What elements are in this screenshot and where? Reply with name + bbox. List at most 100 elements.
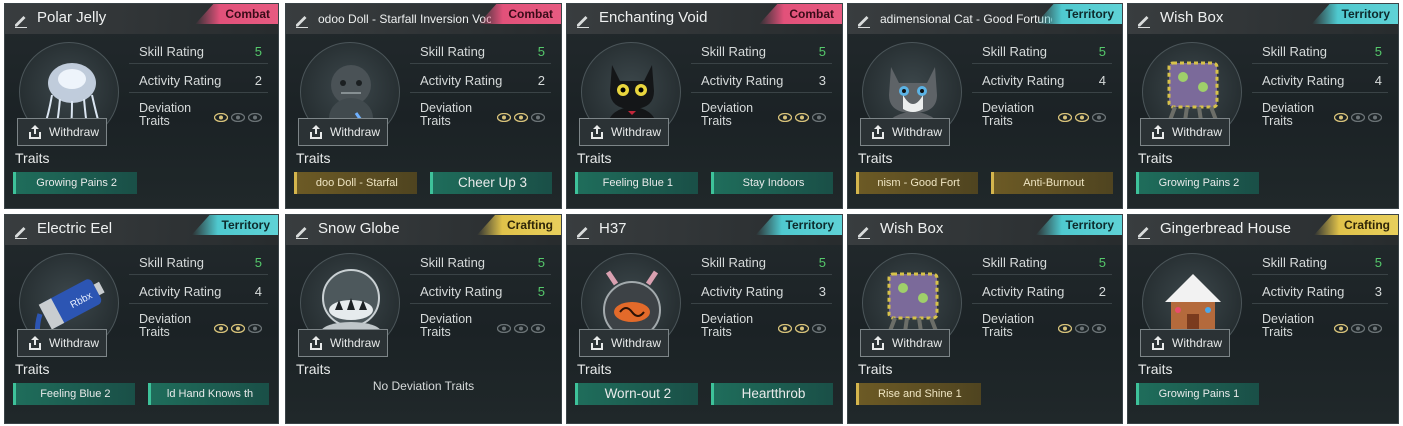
upload-icon (308, 124, 324, 140)
withdraw-label: Withdraw (892, 336, 943, 350)
pencil-icon[interactable] (13, 12, 29, 28)
withdraw-button[interactable]: Withdraw (17, 329, 107, 357)
activity-rating-label: Activity Rating (701, 284, 784, 299)
skill-rating-label: Skill Rating (701, 255, 767, 270)
deviation-label-line1: Deviation (982, 312, 1035, 326)
trait-tag[interactable]: ld Hand Knows th (147, 383, 270, 405)
deviant-card[interactable]: Electric Eel Territory Rbbx Withdraw Ski… (4, 214, 279, 424)
withdraw-button[interactable]: Withdraw (17, 118, 107, 146)
deviation-trait-slots (496, 111, 546, 123)
trait-tag[interactable]: Anti-Burnout (991, 172, 1114, 194)
category-badge: Territory (1311, 4, 1398, 24)
deviation-trait-slots (213, 111, 263, 123)
stats-panel: Skill Rating 5 Activity Rating 2 Deviati… (129, 38, 268, 134)
card-header: Gingerbread House Crafting (1128, 215, 1398, 245)
deviation-trait-slots (1057, 111, 1107, 123)
category-badge: Combat (195, 4, 278, 24)
withdraw-label: Withdraw (49, 336, 100, 350)
deviation-traits-row: Deviation Traits (129, 311, 268, 345)
upload-icon (308, 335, 324, 351)
skill-rating-value: 5 (818, 255, 826, 270)
deviant-card[interactable]: adimensional Cat - Good Fortune Territor… (847, 3, 1123, 209)
deviation-traits-row: Deviation Traits (129, 100, 268, 134)
activity-rating-row: Activity Rating 5 (410, 278, 551, 304)
pencil-icon[interactable] (1136, 12, 1152, 28)
deviant-card[interactable]: Wish Box Territory Withdraw Skill Rating… (847, 214, 1123, 424)
traits-heading: Traits (1138, 150, 1173, 166)
activity-rating-value: 4 (1374, 73, 1382, 88)
withdraw-button[interactable]: Withdraw (579, 329, 669, 357)
activity-rating-label: Activity Rating (982, 73, 1065, 88)
withdraw-button[interactable]: Withdraw (860, 118, 950, 146)
trait-tag[interactable]: Growing Pains 2 (1136, 172, 1259, 194)
eye-icon-inactive (1074, 322, 1090, 334)
activity-rating-label: Activity Rating (420, 284, 503, 299)
pencil-icon[interactable] (294, 223, 310, 239)
trait-tag[interactable]: Rise and Shine 1 (856, 383, 981, 405)
deviant-card[interactable]: Wish Box Territory Withdraw Skill Rating… (1127, 3, 1399, 209)
skill-rating-value: 5 (1374, 44, 1382, 59)
deviant-name: Polar Jelly (37, 9, 107, 26)
trait-tag[interactable]: Growing Pains 1 (1136, 383, 1259, 405)
pencil-icon[interactable] (1136, 223, 1152, 239)
trait-tag[interactable]: Growing Pains 2 (13, 172, 138, 194)
deviant-card[interactable]: odoo Doll - Starfall Inversion Voc Comba… (285, 3, 562, 209)
trait-list: Growing Pains 2 (13, 172, 272, 196)
withdraw-button[interactable]: Withdraw (1140, 118, 1230, 146)
withdraw-button[interactable]: Withdraw (579, 118, 669, 146)
stats-panel: Skill Rating 5 Activity Rating 2 Deviati… (410, 38, 551, 134)
deviation-trait-slots (777, 322, 827, 334)
pencil-icon[interactable] (575, 223, 591, 239)
trait-tag[interactable]: Cheer Up 3 (429, 172, 553, 194)
stats-panel: Skill Rating 5 Activity Rating 4 Deviati… (129, 249, 268, 345)
withdraw-button[interactable]: Withdraw (298, 329, 388, 357)
skill-rating-value: 5 (818, 44, 826, 59)
withdraw-button[interactable]: Withdraw (298, 118, 388, 146)
skill-rating-label: Skill Rating (420, 255, 486, 270)
pencil-icon[interactable] (575, 12, 591, 28)
pencil-icon[interactable] (856, 223, 872, 239)
deviation-label-line1: Deviation (420, 312, 473, 326)
trait-tag[interactable]: Heartthrob (710, 383, 834, 405)
skill-rating-label: Skill Rating (982, 255, 1048, 270)
skill-rating-label: Skill Rating (1262, 44, 1328, 59)
upload-icon (1150, 124, 1166, 140)
deviant-card[interactable]: Gingerbread House Crafting Withdraw Skil… (1127, 214, 1399, 424)
deviation-label-line2: Traits (139, 114, 170, 128)
activity-rating-label: Activity Rating (1262, 73, 1345, 88)
pencil-icon[interactable] (294, 12, 310, 28)
skill-rating-row: Skill Rating 5 (691, 38, 832, 64)
pencil-icon[interactable] (856, 12, 872, 28)
eye-icon-active (230, 322, 246, 334)
deviant-name: odoo Doll - Starfall Inversion Voc (318, 12, 491, 26)
deviant-card[interactable]: Polar Jelly Combat Withdraw Skill Rating… (4, 3, 279, 209)
deviant-name: Wish Box (1160, 9, 1224, 26)
deviation-label-line2: Traits (701, 325, 732, 339)
trait-tag[interactable]: Feeling Blue 2 (13, 383, 135, 405)
deviant-card[interactable]: H37 Territory Withdraw Skill Rating 5 Ac… (566, 214, 843, 424)
trait-tag[interactable]: doo Doll - Starfal (294, 172, 417, 194)
pencil-icon[interactable] (13, 223, 29, 239)
upload-icon (870, 335, 886, 351)
card-header: Electric Eel Territory (5, 215, 278, 245)
eye-icon-active (1057, 322, 1073, 334)
skill-rating-label: Skill Rating (420, 44, 486, 59)
withdraw-button[interactable]: Withdraw (860, 329, 950, 357)
deviant-card[interactable]: Snow Globe Crafting Withdraw Skill Ratin… (285, 214, 562, 424)
withdraw-label: Withdraw (49, 125, 100, 139)
trait-tag[interactable]: Stay Indoors (710, 172, 834, 194)
trait-tag[interactable]: Worn-out 2 (575, 383, 698, 405)
category-badge: Crafting (477, 215, 561, 235)
skill-rating-row: Skill Rating 5 (410, 38, 551, 64)
trait-tag[interactable]: Feeling Blue 1 (575, 172, 698, 194)
withdraw-button[interactable]: Withdraw (1140, 329, 1230, 357)
withdraw-label: Withdraw (892, 125, 943, 139)
card-header: Enchanting Void Combat (567, 4, 842, 34)
deviant-card-grid: Polar Jelly Combat Withdraw Skill Rating… (0, 0, 1403, 426)
card-header: Snow Globe Crafting (286, 215, 561, 245)
eye-icon-inactive (247, 322, 263, 334)
deviant-card[interactable]: Enchanting Void Combat Withdraw Skill Ra… (566, 3, 843, 209)
trait-tag[interactable]: nism - Good Fort (856, 172, 979, 194)
stats-panel: Skill Rating 5 Activity Rating 5 Deviati… (410, 249, 551, 345)
traits-heading: Traits (858, 150, 893, 166)
